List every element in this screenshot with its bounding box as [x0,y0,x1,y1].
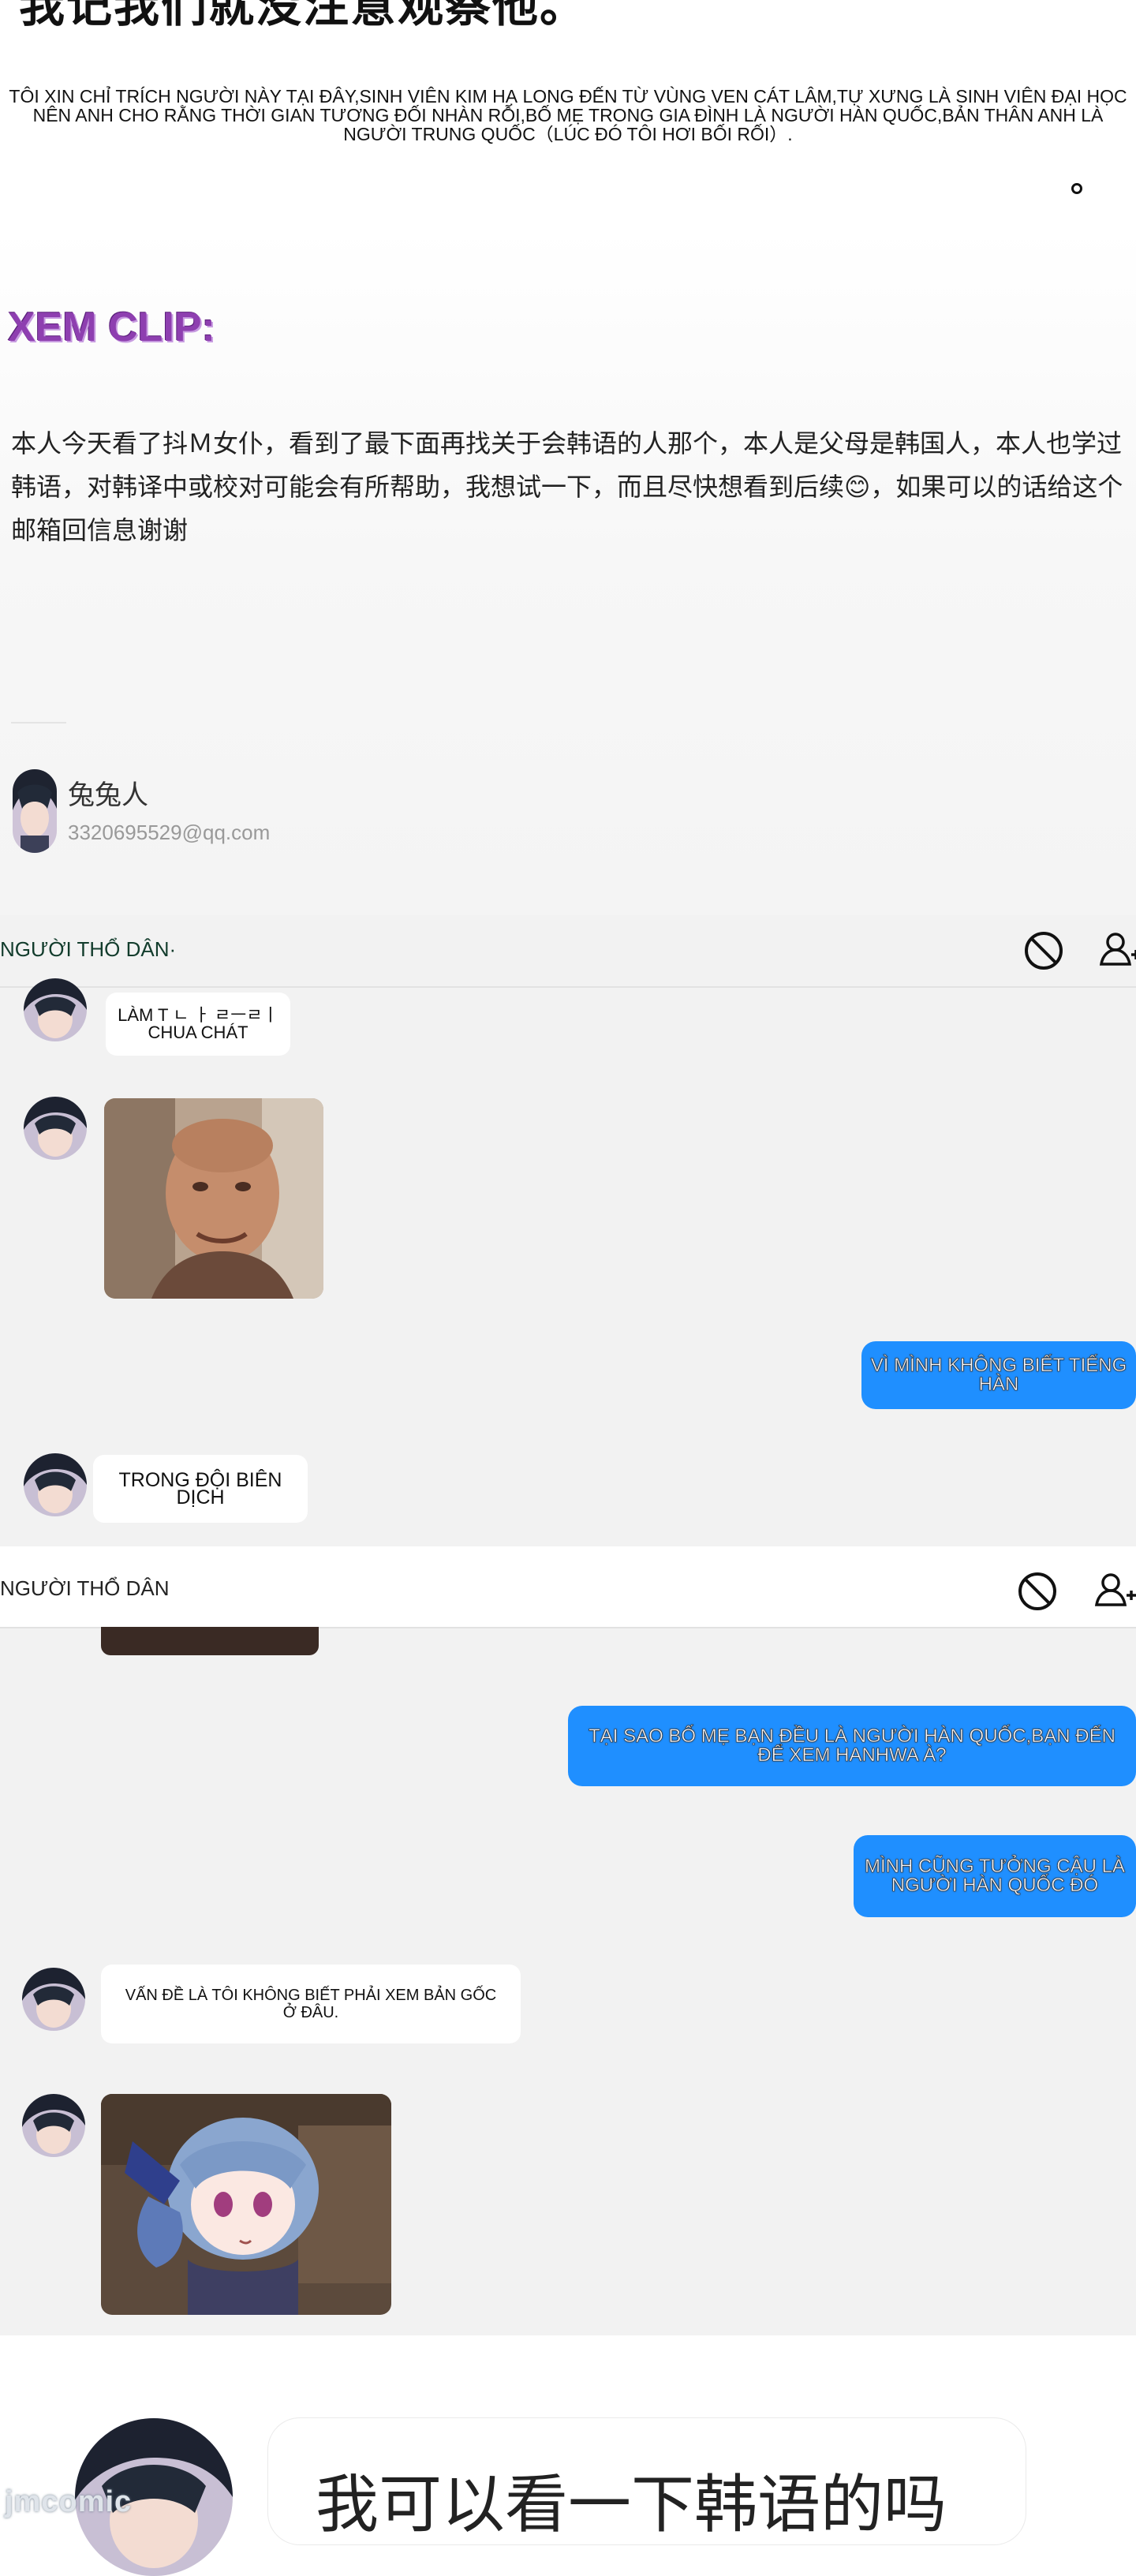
chat-title: NGƯỜI THỔ DÂN· [0,937,177,961]
message-bubble-sent: MÌNH CŨNG TƯỞNG CẬU LÀ NGƯỜI HÀN QUỐC ĐÓ [854,1835,1136,1917]
watermark: jmcomic [5,2485,133,2518]
divider [11,722,66,723]
sender-email[interactable]: 3320695529@qq.com [68,821,270,845]
add-user-icon[interactable] [1093,1568,1136,1611]
message-bubble: TRONG ĐỘI BIÊN DỊCH [93,1455,308,1523]
avatar [22,1968,85,2031]
sender-name: 兔兔人 [68,780,148,811]
avatar [24,978,87,1041]
block-icon[interactable] [1022,929,1065,972]
message-bubble: LÀM T ㄴ ㅏ ㄹㅡㄹㅣ CHUA CHÁT [106,993,290,1056]
message-bubble-sent: VÌ MÌNH KHÔNG BIẾT TIẾNG HÀN [861,1341,1136,1409]
message-text: VÌ MÌNH KHÔNG BIẾT TIẾNG HÀN [870,1355,1127,1395]
image-fragment [101,1627,319,1655]
message-text: MÌNH CŨNG TƯỞNG CẬU LÀ NGƯỜI HÀN QUỐC ĐÓ [865,1856,1126,1896]
avatar [22,2094,85,2157]
email-body: 本人今天看了抖Ｍ女仆，看到了最下面再找关于会韩语的人那个，本人是父母是韩国人，本… [11,428,1123,545]
anime-girl-sticker[interactable] [101,2094,391,2315]
block-icon[interactable] [1016,1570,1059,1613]
chat-header: NGƯỜI THỔ DÂN [0,1546,1136,1628]
message-bubble-sent: TẠI SAO BỐ MẸ BẠN ĐỀU LÀ NGƯỜI HÀN QUỐC,… [568,1706,1136,1786]
message-bubble: VẤN ĐỀ LÀ TÔI KHÔNG BIẾT PHẢI XEM BẢN GỐ… [101,1965,521,2043]
sender-avatar [13,769,57,853]
add-user-icon[interactable] [1098,928,1136,970]
message-text: TẠI SAO BỐ MẸ BẠN ĐỀU LÀ NGƯỜI HÀN QUỐC,… [589,1725,1115,1766]
chat-title: NGƯỜI THỔ DÂN [0,1576,170,1600]
zoomed-message-text: 我可以看一下韩语的吗 [316,2468,947,2541]
avatar [24,1453,87,1516]
chat-header: NGƯỜI THỔ DÂN· [0,915,1136,988]
cn-title: 我记我们就没注意观察他。 [19,0,588,32]
avatar [24,1097,87,1160]
section-label: XEM CLIP: [8,305,215,350]
man-meme-photo[interactable] [104,1098,323,1299]
translator-note: TÔI XIN CHỈ TRÍCH NGƯỜI NÀY TẠI ĐÂY,SINH… [9,86,1127,144]
circle-dot-icon [1071,183,1082,194]
